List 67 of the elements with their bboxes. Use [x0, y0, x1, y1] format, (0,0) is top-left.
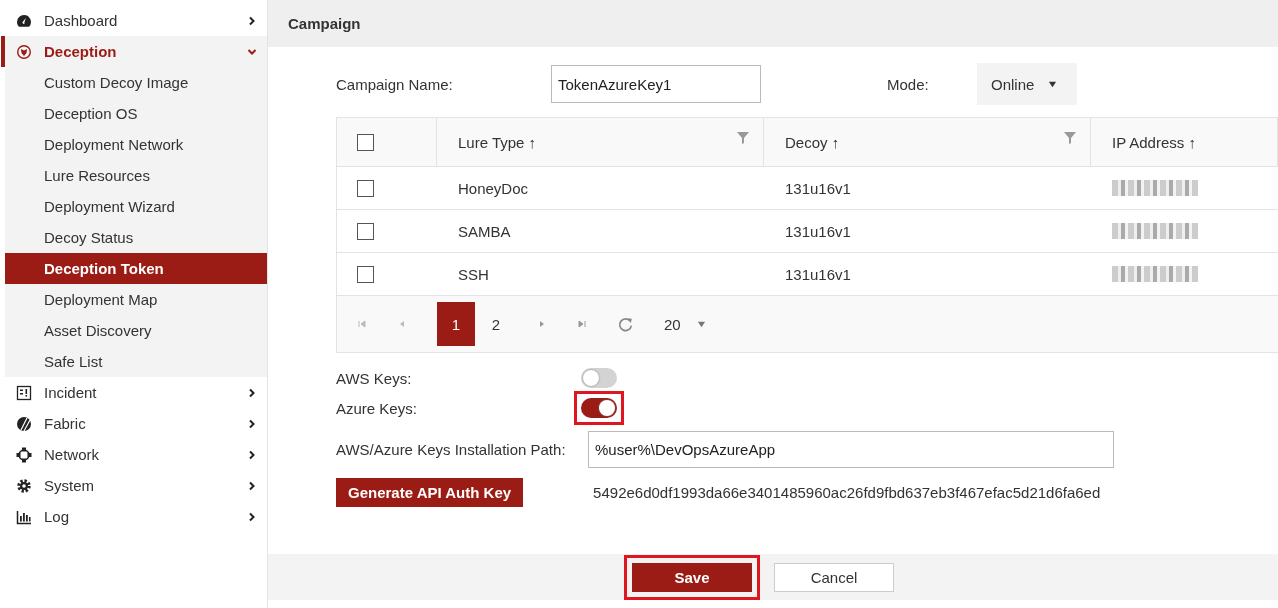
sidebar-subitem[interactable]: Deception Token [5, 253, 267, 284]
table-cell: 131u16v1 [785, 222, 851, 240]
cancel-button[interactable]: Cancel [774, 562, 894, 592]
sidebar-subitem[interactable]: Decoy Status [5, 222, 267, 253]
bar-chart-icon [16, 508, 32, 525]
table-cell: 131u16v1 [785, 265, 851, 283]
filter-icon[interactable] [737, 132, 749, 144]
table-cell: 131u16v1 [785, 179, 851, 197]
checkbox[interactable] [357, 133, 374, 151]
field-label: Mode: [887, 75, 930, 93]
field-label: AWS/Azure Keys Installation Path: [336, 441, 567, 458]
table-cell: SAMBA [458, 222, 511, 240]
shield-icon [16, 43, 32, 60]
toggle-switch[interactable] [581, 398, 617, 418]
refresh-icon[interactable] [617, 315, 634, 333]
field-label: Campaign Name: [336, 75, 454, 93]
sidebar-item[interactable]: Network [1, 439, 267, 470]
campaign-name-field[interactable]: TokenAzureKey1 [551, 65, 761, 103]
gauge-icon [16, 12, 32, 29]
column-header[interactable]: Decoy ↑ [785, 133, 840, 151]
sidebar-subitem[interactable]: Deployment Network [5, 129, 267, 160]
toggle-switch[interactable] [581, 368, 617, 388]
sidebar-subitem[interactable]: Lure Resources [5, 160, 267, 191]
sidebar-item[interactable]: System [1, 470, 267, 501]
sidebar-subitem[interactable]: Deception OS [5, 98, 267, 129]
page-size-dropdown[interactable]: 20 [664, 315, 706, 333]
chevron-icon [247, 449, 257, 460]
first-page-icon[interactable] [357, 319, 367, 329]
table-cell: HoneyDoc [458, 179, 529, 197]
caret-icon [696, 319, 706, 329]
sidebar-subitem[interactable]: Safe List [5, 346, 267, 377]
sidebar-subitem[interactable]: Custom Decoy Image [5, 67, 267, 98]
checkbox[interactable] [357, 222, 374, 240]
last-page-icon[interactable] [577, 319, 587, 329]
checkbox[interactable] [357, 265, 374, 283]
toggle-label: AWS Keys: [336, 369, 413, 387]
filter-icon[interactable] [1064, 132, 1076, 144]
sidebar-subitem[interactable]: Deployment Map [5, 284, 267, 315]
section-title: Campaign [288, 15, 361, 32]
chevron-icon [247, 480, 257, 491]
alert-icon [16, 384, 32, 401]
network-icon [16, 446, 32, 463]
generate-key-button[interactable]: Generate API Auth Key [336, 478, 524, 507]
page-button[interactable]: 1 [437, 302, 475, 346]
sidebar-subitem[interactable]: Deployment Wizard [5, 191, 267, 222]
gear-icon [16, 477, 32, 494]
sidebar-item[interactable]: Incident [1, 377, 267, 408]
sidebar-item[interactable]: Dashboard [1, 5, 267, 36]
sidebar-item[interactable]: Fabric [1, 408, 267, 439]
checkbox[interactable] [357, 179, 374, 197]
save-button[interactable]: Save [632, 562, 752, 592]
striped-circle-icon [16, 415, 32, 432]
chevron-icon [247, 511, 257, 522]
sidebar-subitem[interactable]: Asset Discovery [5, 315, 267, 346]
column-header[interactable]: Lure Type ↑ [458, 133, 537, 151]
chevron-icon [247, 387, 257, 398]
mode-dropdown[interactable]: Online [977, 63, 1077, 105]
caret-icon [1048, 79, 1058, 89]
page-button[interactable]: 2 [477, 302, 515, 346]
path-field[interactable]: %user%\DevOpsAzureApp [588, 431, 1114, 468]
sidebar-item[interactable]: Log [1, 501, 267, 532]
toggle-label: Azure Keys: [336, 399, 418, 417]
column-header[interactable]: IP Address ↑ [1112, 133, 1196, 151]
api-key-text: 5492e6d0df1993da66e3401485960ac26fd9fbd637eb3f467efac5d21d6fa6ed [593, 484, 1101, 501]
chevron-icon [247, 418, 257, 429]
chevron-icon [247, 15, 257, 26]
table-cell: SSH [458, 265, 489, 283]
